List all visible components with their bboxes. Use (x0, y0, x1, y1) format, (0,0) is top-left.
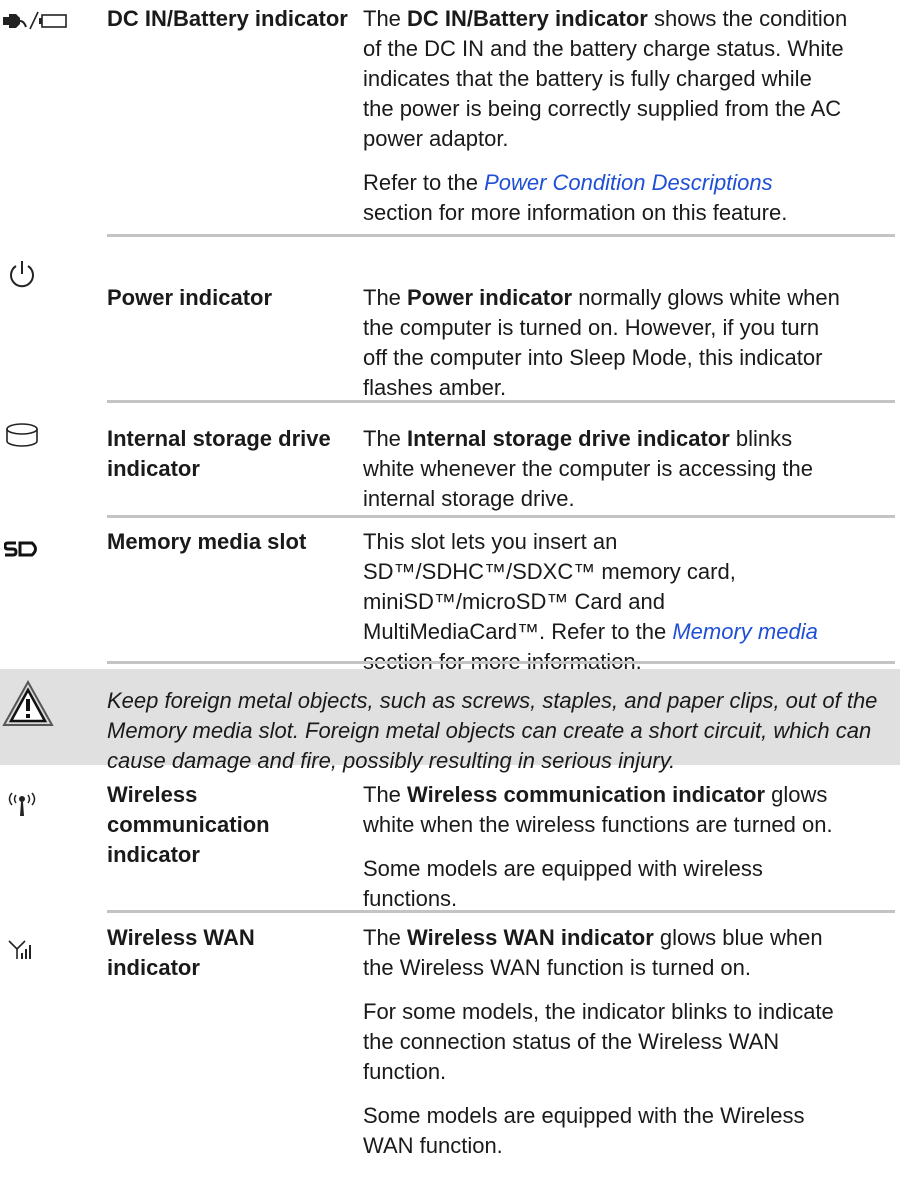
desc-power: The Power indicator normally glows white… (363, 283, 848, 403)
bold-term: Wireless communication indicator (407, 782, 766, 807)
link-memory-media[interactable]: Memory media (672, 619, 817, 644)
text: section for more information on this fea… (363, 200, 788, 225)
divider (107, 400, 895, 403)
divider (107, 661, 895, 664)
divider (107, 910, 895, 913)
divider (107, 234, 895, 237)
text: The (363, 285, 408, 310)
paragraph: Some models are equipped with wireless f… (363, 854, 848, 914)
wireless-communication-icon (0, 792, 44, 818)
text: The (363, 6, 408, 31)
divider (107, 515, 895, 518)
warning-icon (2, 679, 54, 734)
bold-term: Power indicator (407, 285, 573, 310)
desc-storage-drive: The Internal storage drive indicator bli… (363, 424, 848, 514)
power-icon (0, 258, 44, 292)
text: For some models, the indicator blinks to… (363, 999, 834, 1084)
text: The (363, 782, 408, 807)
paragraph: The DC IN/Battery indicator shows the co… (363, 4, 848, 154)
bold-term: Wireless WAN indicator (407, 925, 654, 950)
paragraph: The Internal storage drive indicator bli… (363, 424, 848, 514)
text: The (363, 925, 408, 950)
term-wireless-communication: Wireless communication indicator (107, 782, 270, 867)
desc-wireless-wan: The Wireless WAN indicator glows blue wh… (363, 923, 848, 1161)
warning-text: Keep foreign metal objects, such as scre… (107, 688, 878, 773)
paragraph: For some models, the indicator blinks to… (363, 997, 848, 1087)
paragraph: The Wireless communication indicator glo… (363, 780, 848, 840)
text: Some models are equipped with wireless f… (363, 856, 763, 911)
paragraph: The Power indicator normally glows white… (363, 283, 848, 403)
term-memory-media-slot: Memory media slot (107, 529, 307, 554)
paragraph: Refer to the Power Condition Description… (363, 168, 848, 228)
dc-in-battery-icon (0, 9, 70, 33)
bold-term: DC IN/Battery indicator (407, 6, 648, 31)
link-power-condition-descriptions[interactable]: Power Condition Descriptions (484, 170, 773, 195)
desc-wireless-communication: The Wireless communication indicator glo… (363, 780, 848, 914)
term-power: Power indicator (107, 285, 273, 310)
term-dc-in-battery: DC IN/Battery indicator (107, 6, 348, 31)
text: The (363, 426, 408, 451)
desc-memory-media-slot: This slot lets you insert an SD™/SDHC™/S… (363, 527, 848, 677)
text: Refer to the (363, 170, 485, 195)
term-wireless-wan: Wireless WAN indicator (107, 925, 255, 980)
term-storage-drive: Internal storage drive indicator (107, 426, 331, 481)
text: Some models are equipped with the Wirele… (363, 1103, 805, 1158)
paragraph: The Wireless WAN indicator glows blue wh… (363, 923, 848, 983)
sd-card-icon (0, 541, 44, 559)
paragraph: Some models are equipped with the Wirele… (363, 1101, 848, 1161)
desc-dc-in-battery: The DC IN/Battery indicator shows the co… (363, 4, 848, 228)
bold-term: Internal storage drive indicator (407, 426, 730, 451)
storage-drive-icon (0, 422, 44, 450)
wireless-wan-icon (0, 938, 44, 962)
paragraph: This slot lets you insert an SD™/SDHC™/S… (363, 527, 848, 677)
warning-box: Keep foreign metal objects, such as scre… (0, 669, 900, 773)
